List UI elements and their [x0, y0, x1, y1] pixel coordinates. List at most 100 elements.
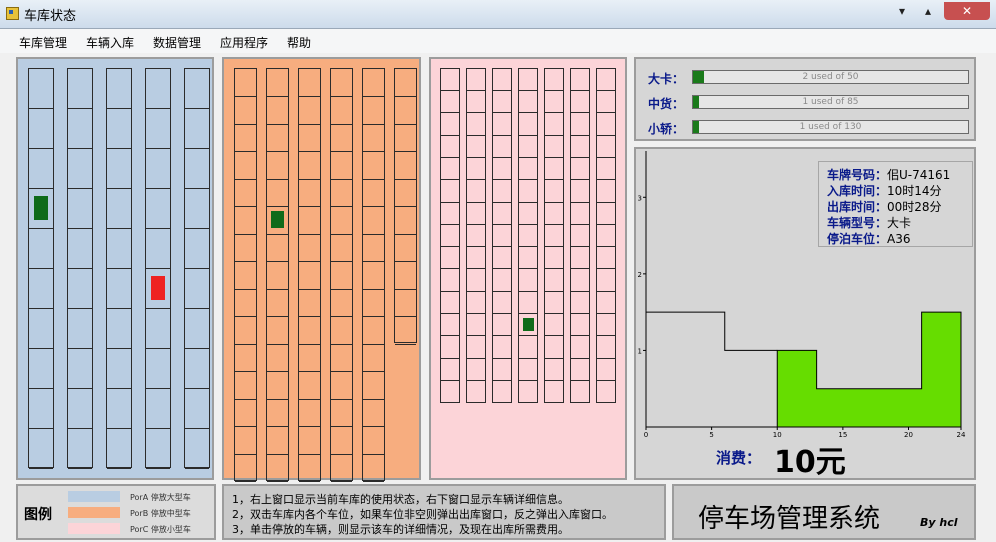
- parking-slot[interactable]: [29, 269, 53, 309]
- parking-slot[interactable]: [493, 359, 511, 381]
- parking-slot[interactable]: [493, 181, 511, 203]
- parking-slot[interactable]: [235, 69, 256, 97]
- parking-slot[interactable]: [395, 179, 416, 207]
- parking-slot[interactable]: [299, 289, 320, 317]
- parking-slot[interactable]: [571, 225, 589, 247]
- parking-slot[interactable]: [467, 381, 485, 403]
- parking-slot[interactable]: [363, 179, 384, 207]
- parking-slot[interactable]: [519, 225, 537, 247]
- parking-slot[interactable]: [68, 69, 92, 109]
- parking-slot[interactable]: [441, 292, 459, 314]
- parking-slot[interactable]: [597, 91, 615, 113]
- parking-slot[interactable]: [107, 69, 131, 109]
- parking-slot[interactable]: [519, 136, 537, 158]
- parking-slot[interactable]: [571, 314, 589, 336]
- parking-slot[interactable]: [441, 69, 459, 91]
- parking-slot[interactable]: [146, 229, 170, 269]
- parking-slot[interactable]: [545, 158, 563, 180]
- parking-slot[interactable]: [299, 399, 320, 427]
- parking-slot[interactable]: [267, 262, 288, 290]
- parking-slot[interactable]: [235, 454, 256, 482]
- parking-slot[interactable]: [107, 109, 131, 149]
- parking-slot[interactable]: [299, 179, 320, 207]
- parking-slot[interactable]: [363, 97, 384, 125]
- parking-slot[interactable]: [68, 309, 92, 349]
- parking-slot[interactable]: [235, 399, 256, 427]
- parking-slot[interactable]: [267, 97, 288, 125]
- parking-slot[interactable]: [185, 149, 209, 189]
- parking-slot[interactable]: [493, 314, 511, 336]
- parking-slot[interactable]: [519, 247, 537, 269]
- parking-slot[interactable]: [571, 292, 589, 314]
- parking-slot[interactable]: [267, 454, 288, 482]
- parking-slot[interactable]: [467, 337, 485, 359]
- parking-slot[interactable]: [571, 337, 589, 359]
- parking-slot[interactable]: [571, 69, 589, 91]
- parking-slot[interactable]: [235, 124, 256, 152]
- parking-slot[interactable]: [267, 399, 288, 427]
- parking-slot[interactable]: [571, 181, 589, 203]
- parking-slot[interactable]: [185, 429, 209, 469]
- parking-slot[interactable]: [467, 292, 485, 314]
- parking-slot[interactable]: [299, 207, 320, 235]
- parking-slot[interactable]: [235, 372, 256, 400]
- parking-slot[interactable]: [68, 389, 92, 429]
- parking-slot[interactable]: [146, 69, 170, 109]
- parking-slot[interactable]: [441, 203, 459, 225]
- parking-slot[interactable]: [545, 359, 563, 381]
- parking-slot[interactable]: [571, 247, 589, 269]
- parking-slot[interactable]: [519, 91, 537, 113]
- parking-slot[interactable]: [571, 158, 589, 180]
- parking-slot[interactable]: [267, 344, 288, 372]
- parking-slot[interactable]: [597, 225, 615, 247]
- parking-slot[interactable]: [493, 225, 511, 247]
- parking-slot[interactable]: [597, 203, 615, 225]
- parking-slot[interactable]: [363, 69, 384, 97]
- parking-slot[interactable]: [299, 262, 320, 290]
- parking-slot[interactable]: [299, 344, 320, 372]
- parking-slot[interactable]: [441, 136, 459, 158]
- parking-slot[interactable]: [331, 152, 352, 180]
- parking-slot[interactable]: [267, 124, 288, 152]
- parking-slot[interactable]: [571, 203, 589, 225]
- parking-slot[interactable]: [146, 389, 170, 429]
- parking-slot[interactable]: [571, 136, 589, 158]
- parking-slot[interactable]: [545, 337, 563, 359]
- parking-slot[interactable]: [235, 289, 256, 317]
- parking-slot[interactable]: [467, 247, 485, 269]
- menu-vehicle-checkin[interactable]: 车辆入库: [86, 34, 134, 51]
- parking-slot[interactable]: [331, 317, 352, 345]
- parking-slot[interactable]: [441, 158, 459, 180]
- menu-data-management[interactable]: 数据管理: [153, 34, 201, 51]
- parking-slot[interactable]: [395, 97, 416, 125]
- parking-slot[interactable]: [545, 381, 563, 403]
- parking-slot[interactable]: [185, 349, 209, 389]
- parking-slot[interactable]: [107, 309, 131, 349]
- parking-slot[interactable]: [146, 349, 170, 389]
- parking-slot[interactable]: [185, 69, 209, 109]
- parking-slot[interactable]: [363, 124, 384, 152]
- parking-slot[interactable]: [185, 269, 209, 309]
- parking-slot[interactable]: [146, 109, 170, 149]
- parking-slot[interactable]: [235, 427, 256, 455]
- parking-slot[interactable]: [467, 69, 485, 91]
- parking-slot[interactable]: [467, 181, 485, 203]
- parking-slot[interactable]: [571, 359, 589, 381]
- parking-slot[interactable]: [597, 181, 615, 203]
- parking-slot[interactable]: [267, 289, 288, 317]
- parked-vehicle[interactable]: [151, 276, 165, 300]
- parking-slot[interactable]: [68, 109, 92, 149]
- menu-garage-management[interactable]: 车库管理: [19, 34, 67, 51]
- parking-slot[interactable]: [597, 136, 615, 158]
- parking-slot[interactable]: [441, 337, 459, 359]
- parking-slot[interactable]: [493, 247, 511, 269]
- parking-slot[interactable]: [29, 149, 53, 189]
- parking-slot[interactable]: [331, 207, 352, 235]
- parking-slot[interactable]: [146, 429, 170, 469]
- parking-slot[interactable]: [68, 269, 92, 309]
- parking-slot[interactable]: [597, 270, 615, 292]
- parking-slot[interactable]: [68, 189, 92, 229]
- parking-slot[interactable]: [68, 349, 92, 389]
- maximize-button[interactable]: ▴: [918, 2, 938, 20]
- parking-slot[interactable]: [467, 270, 485, 292]
